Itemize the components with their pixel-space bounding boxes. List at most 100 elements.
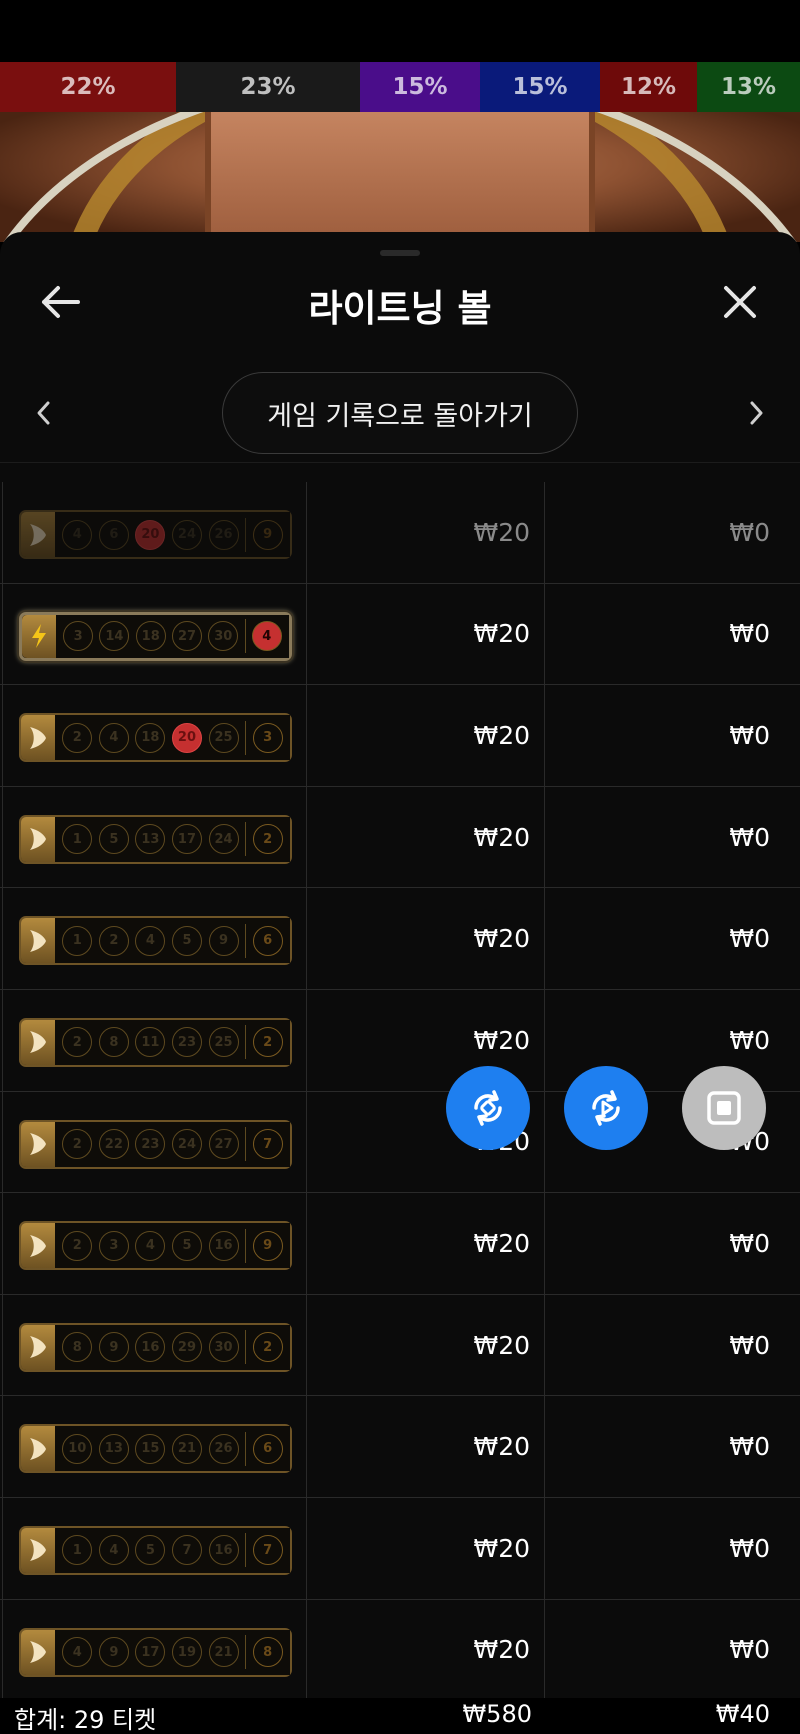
ticket-ball: 5 xyxy=(171,1230,202,1261)
table-row[interactable]: 4 9 17 19 21 8 ₩20 ₩0 xyxy=(0,1599,800,1702)
ticket-ball: 4 xyxy=(98,1535,129,1566)
stat-segment: 13% xyxy=(697,62,800,112)
ticket-cell: 3 14 18 27 30 4 xyxy=(2,583,307,685)
ticket-ball: 26 xyxy=(208,1433,239,1464)
chevron-left-icon[interactable] xyxy=(28,396,60,430)
rotate-sync-button[interactable] xyxy=(446,1066,530,1150)
ticket-ball: 22 xyxy=(98,1129,129,1160)
ticket-ball: 30 xyxy=(208,1332,239,1363)
table-row[interactable]: 2 3 4 5 16 9 ₩20 ₩0 xyxy=(0,1193,800,1295)
table-row[interactable]: 2222324277₩20₩0 xyxy=(0,1091,800,1194)
ticket: 2 4 18 20 25 3 xyxy=(19,713,292,763)
ticket-cell: 2 3 4 5 16 9 xyxy=(2,1193,307,1294)
ticket-table: 4 6 20 24 26 9 ₩20 ₩0 3 14 18 27 30 4 ₩20 ₩0 2 4 18 20 25 3 ₩2… xyxy=(0,482,800,1702)
ticket-ball: 13 xyxy=(135,824,166,855)
win-amount: ₩0 xyxy=(729,517,770,547)
replay-button[interactable] xyxy=(564,1066,648,1150)
bonus-ball: 7 xyxy=(252,1129,283,1160)
ticket-ball: 24 xyxy=(171,1129,202,1160)
ticket-ball: 21 xyxy=(208,1637,239,1668)
bet-amount: ₩20 xyxy=(307,482,545,583)
ticket-ball: 16 xyxy=(135,1332,166,1363)
lightning-bolt-icon xyxy=(22,614,56,658)
bet-amount: ₩20 xyxy=(307,1396,545,1497)
ticket-ball: 27 xyxy=(171,621,202,652)
ticket-ball: 7 xyxy=(171,1535,202,1566)
ticket-ball: 9 xyxy=(98,1637,129,1668)
ticket: 4 6 20 24 26 9 xyxy=(19,510,292,559)
sheet-drag-handle[interactable] xyxy=(380,250,420,256)
table-row[interactable]: 3 14 18 27 30 4 ₩20 ₩0 xyxy=(0,583,800,686)
table-row[interactable]: 1 2 4 5 9 6 ₩20 ₩0 xyxy=(0,888,800,990)
ticket-ball: 4 xyxy=(62,519,93,550)
bonus-ball: 2 xyxy=(252,1332,283,1363)
stat-segment: 23% xyxy=(176,62,360,112)
ball-color-stats-bar: 22% 23% 15% 15% 12% 13% xyxy=(0,62,800,112)
win-amount: ₩0 xyxy=(729,619,770,649)
ball-separator xyxy=(245,720,247,755)
ticket-ball: 10 xyxy=(62,1433,93,1464)
history-sheet: 라이트닝 볼 게임 기록으로 돌아가기 4 6 20 24 26 9 ₩20 ₩0 3 14 18 2… xyxy=(0,232,800,1734)
ticket-ball: 19 xyxy=(171,1637,202,1668)
bonus-ball: 6 xyxy=(252,1433,283,1464)
ticket-cell: 4 9 17 19 21 8 xyxy=(2,1599,307,1701)
bonus-ball: 4 xyxy=(251,621,282,652)
ticket-ball: 4 xyxy=(62,1637,93,1668)
bonus-ball: 2 xyxy=(252,824,283,855)
table-row[interactable]: 10 13 15 21 26 6 ₩20 ₩0 xyxy=(0,1396,800,1498)
ticket-ball: 2 xyxy=(98,925,129,956)
total-win: ₩40 xyxy=(715,1700,770,1728)
ticket-ball: 3 xyxy=(98,1230,129,1261)
total-tickets-label: 합계: 29 티켓 xyxy=(14,1706,157,1734)
table-row[interactable]: 1 5 13 17 24 2 ₩20 ₩0 xyxy=(0,786,800,889)
ticket-ball: 14 xyxy=(99,621,130,652)
ticket-cell: 10 13 15 21 26 6 xyxy=(2,1396,307,1497)
stat-segment: 22% xyxy=(0,62,176,112)
table-row[interactable]: 4 6 20 24 26 9 ₩20 ₩0 xyxy=(0,482,800,584)
stat-segment: 15% xyxy=(360,62,480,112)
ticket-ball: 24 xyxy=(208,824,239,855)
ticket-ball: 8 xyxy=(62,1332,93,1363)
ticket-ball: 9 xyxy=(208,925,239,956)
ticket-ball: 23 xyxy=(171,1027,202,1058)
bonus-ball: 8 xyxy=(252,1637,283,1668)
ticket-ball: 2 xyxy=(62,1027,93,1058)
chevron-right-icon[interactable] xyxy=(740,396,772,430)
ticket-ball: 25 xyxy=(208,722,239,753)
ticket-ball: 13 xyxy=(98,1433,129,1464)
ticket-arrow-icon xyxy=(21,816,55,862)
table-row[interactable]: 1 4 5 7 16 7 ₩20 ₩0 xyxy=(0,1497,800,1600)
ticket-arrow-icon xyxy=(21,512,55,557)
bonus-ball: 7 xyxy=(252,1535,283,1566)
bonus-ball: 6 xyxy=(252,925,283,956)
ticket-arrow-icon xyxy=(21,1324,55,1370)
back-to-history-button[interactable]: 게임 기록으로 돌아가기 xyxy=(222,372,578,454)
close-icon[interactable] xyxy=(718,280,762,324)
ticket-ball: 18 xyxy=(135,722,166,753)
ticket-ball: 11 xyxy=(135,1027,166,1058)
game-background xyxy=(0,112,800,242)
ticket-ball: 3 xyxy=(63,621,94,652)
ticket-cell: 2 8 11 23 25 2 xyxy=(2,989,307,1091)
ticket-ball: 16 xyxy=(208,1230,239,1261)
bet-amount: ₩20 xyxy=(307,888,545,989)
bet-amount: ₩20 xyxy=(307,685,545,786)
table-row[interactable]: 2 8 11 23 25 2 ₩20 ₩0 xyxy=(0,989,800,1092)
ticket: 1 5 13 17 24 2 xyxy=(19,814,292,864)
bet-amount: ₩20 xyxy=(307,1294,545,1396)
ticket-ball: 1 xyxy=(62,824,93,855)
ticket-ball: 8 xyxy=(98,1027,129,1058)
ticket-ball: 4 xyxy=(98,722,129,753)
ticket-ball: 17 xyxy=(171,824,202,855)
win-amount: ₩0 xyxy=(729,1533,770,1563)
ticket-ball: 5 xyxy=(171,925,202,956)
ticket: 1 4 5 7 16 7 xyxy=(19,1525,292,1575)
ticket-ball: 4 xyxy=(135,1230,166,1261)
ticket-arrow-icon xyxy=(21,1121,55,1167)
win-amount: ₩0 xyxy=(729,1635,770,1665)
ticket: 2 8 11 23 25 2 xyxy=(19,1017,292,1067)
page-title: 라이트닝 볼 xyxy=(308,287,492,330)
stop-button[interactable] xyxy=(682,1066,766,1150)
table-row[interactable]: 8 9 16 29 30 2 ₩20 ₩0 xyxy=(0,1294,800,1397)
table-row[interactable]: 2 4 18 20 25 3 ₩20 ₩0 xyxy=(0,685,800,787)
